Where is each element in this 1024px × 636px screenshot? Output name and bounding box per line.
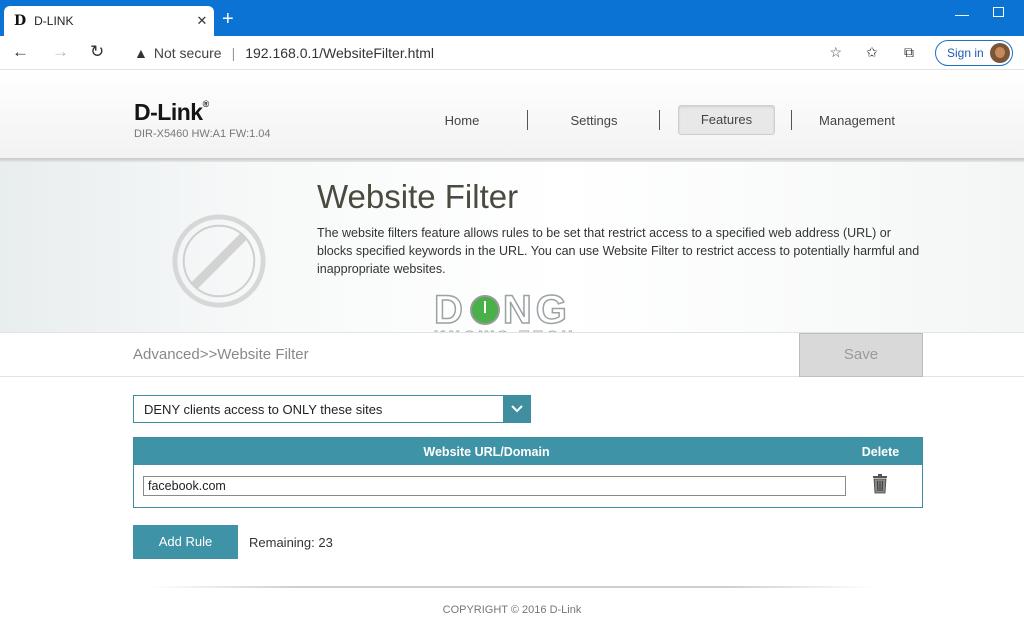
power-icon bbox=[469, 295, 500, 325]
warning-icon: ▲ bbox=[134, 45, 148, 61]
breadcrumb: Advanced>>Website Filter bbox=[133, 346, 309, 363]
add-favorite-icon[interactable]: ☆ bbox=[829, 44, 842, 61]
filter-mode-value: DENY clients access to ONLY these sites bbox=[144, 402, 383, 417]
avatar bbox=[990, 43, 1010, 63]
footer-divider bbox=[150, 586, 874, 588]
nav-home[interactable]: Home bbox=[407, 113, 517, 128]
nav-management[interactable]: Management bbox=[802, 113, 912, 128]
column-url-header: Website URL/Domain bbox=[423, 445, 550, 459]
collections-icon[interactable]: ⧉ bbox=[904, 44, 914, 61]
copyright: COPYRIGHT © 2016 D-Link bbox=[442, 604, 582, 616]
security-label: Not secure bbox=[153, 45, 222, 61]
maximize-icon[interactable] bbox=[993, 7, 1004, 17]
model-info: DIR-X5460 HW:A1 FW:1.04 bbox=[134, 128, 271, 140]
close-tab-icon[interactable]: ✕ bbox=[190, 13, 214, 29]
nav-features[interactable]: Features bbox=[678, 105, 775, 135]
chevron-down-icon[interactable] bbox=[503, 396, 530, 422]
tab-title: D-LINK bbox=[34, 14, 74, 28]
dlink-favicon-icon: D bbox=[14, 13, 27, 29]
save-button[interactable]: Save bbox=[799, 333, 923, 377]
browser-tab[interactable]: D D-LINK ✕ bbox=[4, 6, 214, 36]
browser-tab-strip: D D-LINK ✕ + — bbox=[0, 0, 1024, 36]
address-bar[interactable]: ▲ Not secure | 192.168.0.1/WebsiteFilter… bbox=[124, 40, 854, 66]
dlink-logo[interactable]: D-Link® bbox=[134, 99, 209, 126]
breadcrumb-bar: Advanced>>Website Filter Save bbox=[0, 332, 1024, 377]
address-separator: | bbox=[231, 45, 236, 61]
url-text: 192.168.0.1/WebsiteFilter.html bbox=[245, 45, 435, 61]
nav-divider bbox=[527, 110, 528, 130]
nav-divider bbox=[791, 110, 792, 130]
forward-arrow-icon[interactable]: → bbox=[52, 43, 69, 61]
browser-toolbar: ← → ↻ ▲ Not secure | 192.168.0.1/Website… bbox=[0, 36, 1024, 70]
sign-in-label: Sign in bbox=[947, 46, 984, 60]
sign-in-button[interactable]: Sign in bbox=[935, 40, 1013, 66]
minimize-icon[interactable]: — bbox=[955, 6, 969, 22]
table-header: Website URL/Domain Delete bbox=[134, 438, 922, 465]
trash-icon[interactable] bbox=[872, 474, 888, 494]
favorites-icon[interactable]: ✩ bbox=[866, 44, 878, 61]
router-header: D-Link® DIR-X5460 HW:A1 FW:1.04 Home Set… bbox=[0, 71, 1024, 159]
nav-divider bbox=[659, 110, 660, 130]
prohibited-icon bbox=[172, 214, 266, 308]
registered-mark: ® bbox=[202, 99, 210, 109]
page-title: Website Filter bbox=[317, 178, 519, 215]
url-input[interactable] bbox=[143, 476, 846, 496]
nav-settings[interactable]: Settings bbox=[539, 113, 649, 128]
filter-mode-select[interactable]: DENY clients access to ONLY these sites bbox=[133, 395, 531, 423]
add-rule-button[interactable]: Add Rule bbox=[133, 525, 238, 559]
back-arrow-icon[interactable]: ← bbox=[12, 43, 29, 61]
feature-banner: Website Filter The website filters featu… bbox=[0, 162, 1024, 346]
column-delete-header: Delete bbox=[861, 445, 900, 459]
remaining-count: Remaining: 23 bbox=[249, 535, 333, 550]
page-description: The website filters feature allows rules… bbox=[317, 226, 920, 276]
reload-icon[interactable]: ↻ bbox=[90, 43, 104, 61]
new-tab-icon[interactable]: + bbox=[222, 9, 234, 29]
website-rules-table: Website URL/Domain Delete bbox=[133, 437, 923, 508]
